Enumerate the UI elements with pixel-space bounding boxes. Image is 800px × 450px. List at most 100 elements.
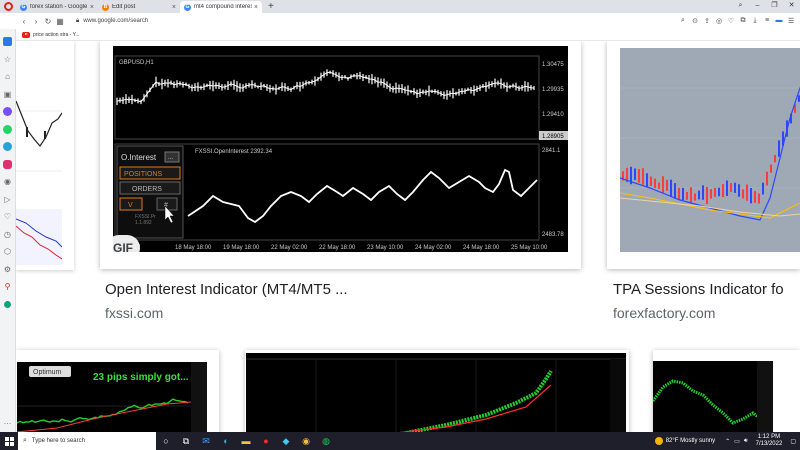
search-icon[interactable]: ⌕ bbox=[678, 17, 688, 25]
date-tick: 22 May 02:00 bbox=[271, 245, 308, 251]
chevron-up-icon[interactable]: ⌃ bbox=[725, 438, 730, 445]
chrome-icon[interactable]: ◉ bbox=[296, 432, 316, 450]
network-icon[interactable]: ▭ bbox=[734, 438, 740, 445]
task-view-icon[interactable]: ⧉ bbox=[176, 432, 196, 450]
mail-icon[interactable]: ✉ bbox=[196, 432, 216, 450]
tpa-candle bbox=[642, 168, 644, 185]
photos-icon[interactable]: ◆ bbox=[276, 432, 296, 450]
oi-tick: 2483.78 bbox=[542, 232, 564, 238]
opera-logo-icon[interactable] bbox=[0, 0, 16, 13]
cortana-icon[interactable]: ○ bbox=[156, 432, 176, 450]
tpa-candle bbox=[722, 184, 724, 198]
main-result-site[interactable]: fxssi.com bbox=[105, 305, 163, 321]
price-candle bbox=[446, 90, 448, 100]
panel-more-button[interactable]: ... bbox=[168, 155, 173, 161]
player-icon[interactable]: ◉ bbox=[0, 173, 16, 191]
speed-dial-icon[interactable]: ▦ bbox=[54, 17, 66, 26]
history-icon[interactable]: ◷ bbox=[0, 226, 16, 244]
opera-taskbar-icon[interactable]: ● bbox=[256, 432, 276, 450]
tpa-candle bbox=[698, 190, 700, 200]
extensions-icon[interactable]: ⧉ bbox=[738, 17, 748, 25]
price-candle bbox=[290, 87, 292, 92]
left-partial-card[interactable] bbox=[16, 41, 74, 270]
menu-icon[interactable]: ☰ bbox=[786, 17, 796, 25]
tab-edit-post[interactable]: B Edit post × bbox=[98, 1, 180, 13]
main-image-card[interactable]: GBPUSD,H1 1.30475 1.29935 1.29410 1.2890… bbox=[100, 41, 581, 269]
windows-logo-icon bbox=[4, 436, 14, 446]
clock[interactable]: 1:12 PM 7/13/2022 bbox=[756, 434, 783, 448]
bag-icon[interactable]: ⌂ bbox=[0, 68, 16, 86]
home-icon[interactable] bbox=[0, 33, 16, 51]
share-icon[interactable]: ⇪ bbox=[702, 17, 712, 25]
camera-icon[interactable]: ◎ bbox=[714, 17, 724, 25]
whatsapp-icon[interactable] bbox=[0, 121, 16, 139]
tpa-candle bbox=[678, 187, 680, 201]
edge-icon[interactable]: ◐ bbox=[216, 432, 236, 450]
messenger-icon[interactable] bbox=[0, 103, 16, 121]
start-button[interactable] bbox=[0, 432, 18, 450]
sun-icon bbox=[654, 437, 663, 445]
right-result-title[interactable]: TPA Sessions Indicator fo bbox=[613, 281, 784, 298]
new-tab-button[interactable]: + bbox=[262, 1, 280, 13]
app-icon[interactable]: ◍ bbox=[316, 432, 336, 450]
bookmark-item[interactable]: price action stra - Y... bbox=[33, 32, 80, 38]
close-icon[interactable]: × bbox=[172, 4, 176, 11]
price-candle bbox=[149, 87, 151, 93]
price-candle bbox=[515, 82, 517, 91]
bookmarks-bar: price action stra - Y... bbox=[16, 29, 800, 41]
close-icon[interactable]: × bbox=[254, 4, 258, 11]
close-icon[interactable]: × bbox=[90, 4, 94, 11]
search-tabs-icon[interactable]: ⌕ bbox=[732, 0, 749, 13]
bookmark-icon[interactable]: ♡ bbox=[726, 17, 736, 25]
price-candle bbox=[356, 72, 358, 80]
vpn-shield-icon[interactable] bbox=[0, 296, 16, 314]
price-candle bbox=[398, 84, 400, 93]
url-field[interactable]: 🔒︎ www.google.com/search bbox=[76, 15, 678, 27]
maximize-icon[interactable]: ❐ bbox=[766, 0, 783, 13]
telegram-icon[interactable] bbox=[0, 138, 16, 156]
more-icon[interactable]: … bbox=[0, 413, 16, 431]
settings-icon[interactable]: ⚙ bbox=[0, 261, 16, 279]
price-candle bbox=[143, 94, 145, 102]
v-button[interactable]: V bbox=[128, 202, 133, 209]
price-tick: 1.28905 bbox=[542, 134, 564, 140]
pinboard-icon[interactable]: ▣ bbox=[0, 86, 16, 104]
weather-widget[interactable]: 82°F Mostly sunny bbox=[654, 437, 715, 445]
easy-setup-icon[interactable]: ≡ bbox=[762, 17, 772, 25]
main-result-title[interactable]: Open Interest Indicator (MT4/MT5 ... bbox=[105, 281, 348, 298]
lens-icon[interactable]: ⊙ bbox=[690, 17, 700, 25]
extensions-cube-icon[interactable]: ⬡ bbox=[0, 243, 16, 261]
tab-mt4-search[interactable]: G mt4 compound interest in × bbox=[180, 1, 262, 13]
positions-button[interactable]: POSITIONS bbox=[124, 171, 162, 178]
tab-bar: G forex station - Google Sea × B Edit po… bbox=[0, 0, 800, 13]
price-candle bbox=[428, 85, 430, 97]
taskbar-search[interactable]: ⌕ Type here to search bbox=[18, 432, 156, 450]
minimize-icon[interactable]: – bbox=[749, 0, 766, 13]
right-image-card[interactable] bbox=[607, 41, 800, 269]
right-result-site[interactable]: forexfactory.com bbox=[613, 305, 715, 321]
vpn-icon[interactable]: ▬ bbox=[774, 17, 784, 25]
price-candle bbox=[341, 75, 343, 81]
instagram-icon[interactable] bbox=[0, 156, 16, 174]
price-candle bbox=[353, 74, 355, 78]
reload-icon[interactable]: ↻ bbox=[42, 17, 54, 26]
speed-dial-icon[interactable]: ☆ bbox=[0, 51, 16, 69]
price-candle bbox=[521, 85, 523, 91]
price-candle bbox=[167, 79, 169, 88]
download-icon[interactable]: ⤓ bbox=[750, 17, 760, 25]
price-candle bbox=[329, 70, 331, 74]
close-window-icon[interactable]: ✕ bbox=[783, 0, 800, 13]
tab-label: mt4 compound interest in bbox=[194, 4, 252, 10]
send-icon[interactable]: ▷ bbox=[0, 191, 16, 209]
location-icon[interactable]: ⚲ bbox=[0, 278, 16, 296]
forward-icon[interactable]: › bbox=[30, 17, 42, 26]
volume-icon[interactable]: 🔊︎ bbox=[744, 438, 748, 445]
orders-button[interactable]: ORDERS bbox=[132, 186, 162, 193]
notifications-icon[interactable]: ▢ bbox=[790, 438, 796, 445]
tab-forex-station[interactable]: G forex station - Google Sea × bbox=[16, 1, 98, 13]
price-candle bbox=[458, 88, 460, 96]
back-icon[interactable]: ‹ bbox=[18, 17, 30, 26]
file-explorer-icon[interactable]: ▬ bbox=[236, 432, 256, 450]
google-icon: G bbox=[20, 3, 27, 11]
heart-icon[interactable]: ♡ bbox=[0, 208, 16, 226]
